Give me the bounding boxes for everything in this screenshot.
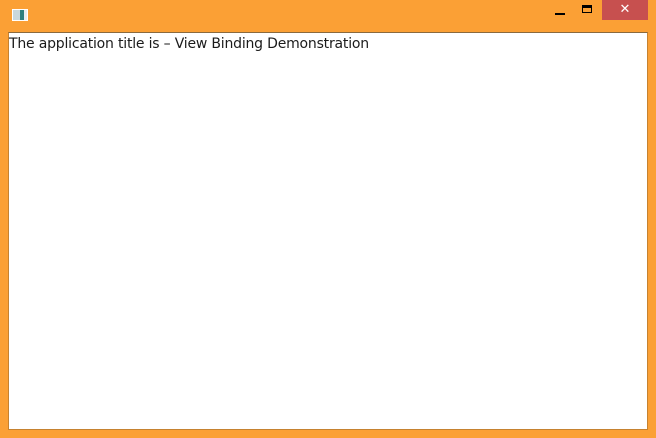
window-content: The application title is – View Binding … bbox=[8, 32, 648, 430]
title-prefix-label: The application title is – bbox=[9, 36, 171, 52]
close-icon: ✕ bbox=[619, 2, 631, 17]
application-window: ✕ The application title is – View Bindin… bbox=[0, 0, 656, 438]
app-icon-frame bbox=[24, 10, 27, 20]
minimize-icon bbox=[555, 13, 565, 15]
bound-title-label: View Binding Demonstration bbox=[174, 36, 369, 52]
window-app-icon[interactable] bbox=[12, 9, 28, 21]
minimize-button[interactable] bbox=[548, 0, 573, 20]
close-button[interactable]: ✕ bbox=[602, 0, 648, 20]
title-bar[interactable]: ✕ bbox=[0, 0, 656, 31]
maximize-icon bbox=[582, 5, 592, 13]
app-icon-pane bbox=[13, 10, 20, 20]
title-text-block: The application title is – View Binding … bbox=[9, 36, 369, 53]
maximize-button[interactable] bbox=[575, 0, 600, 20]
